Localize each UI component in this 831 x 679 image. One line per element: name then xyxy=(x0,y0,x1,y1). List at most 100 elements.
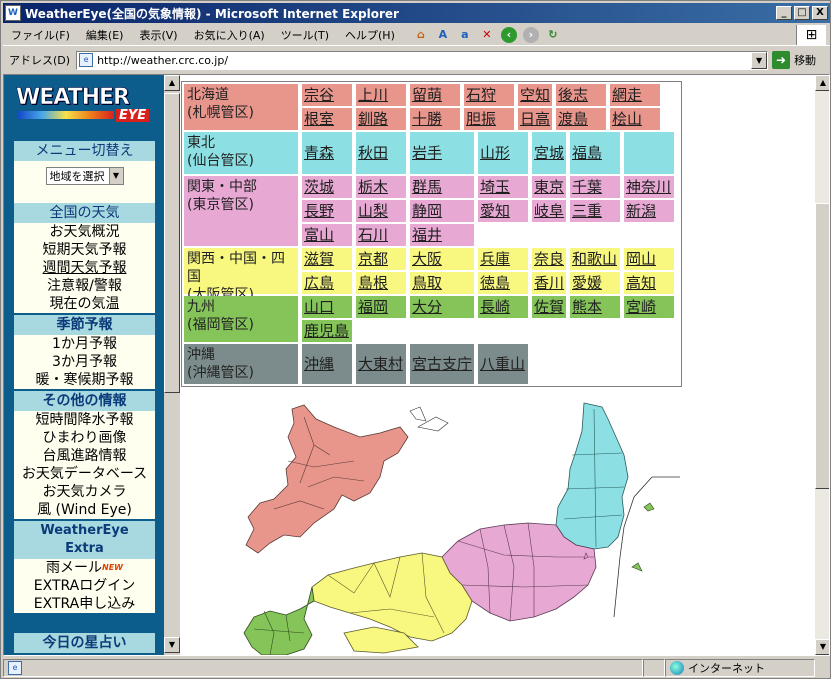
region-header[interactable]: 北海道 (札幌管区) xyxy=(184,84,298,130)
pref-link[interactable]: 鳥取 xyxy=(410,272,474,294)
pref-link[interactable]: 岐阜 xyxy=(532,200,566,222)
nav-scroll-up-icon[interactable]: ▲ xyxy=(164,75,180,91)
pref-link[interactable]: 大分 xyxy=(410,296,474,318)
pref-link[interactable]: 三重 xyxy=(570,200,620,222)
address-input[interactable]: e http://weather.crc.co.jp/ ▼ xyxy=(76,50,769,70)
pref-link[interactable]: 佐賀 xyxy=(532,296,566,318)
pref-link[interactable]: 青森 xyxy=(302,132,352,174)
nav-link-overview[interactable]: お天気概況 xyxy=(14,223,155,241)
pref-link[interactable]: 千葉 xyxy=(570,176,620,198)
menu-file[interactable]: ファイル(F) xyxy=(3,27,78,43)
pref-link[interactable]: 長野 xyxy=(302,200,352,222)
pref-link[interactable]: 日高 xyxy=(518,108,552,130)
nav-scroll-down-icon[interactable]: ▼ xyxy=(164,637,180,653)
region-header[interactable]: 沖縄 (沖縄管区) xyxy=(184,344,298,384)
nav-link-1month[interactable]: 1か月予報 xyxy=(14,335,155,353)
pref-link[interactable]: 山口 xyxy=(302,296,352,318)
pref-link[interactable]: 渡島 xyxy=(556,108,606,130)
nav-link-himawari[interactable]: ひまわり画像 xyxy=(14,429,155,447)
nav-scrollbar[interactable]: ▲ ▼ xyxy=(164,75,180,655)
nav-link-warnings[interactable]: 注意報/警報 xyxy=(14,277,155,295)
nav-link-short-forecast[interactable]: 短期天気予報 xyxy=(14,241,155,259)
pref-link[interactable]: 香川 xyxy=(532,272,566,294)
nav-link-rain-nowcast[interactable]: 短時間降水予報 xyxy=(14,411,155,429)
pref-link[interactable]: 新潟 xyxy=(624,200,674,222)
pref-link[interactable]: 岩手 xyxy=(410,132,474,174)
pref-link[interactable]: 鹿児島 xyxy=(302,320,352,342)
pref-link[interactable]: 大阪 xyxy=(410,248,474,270)
pref-link[interactable]: 根室 xyxy=(302,108,352,130)
region-header[interactable]: 関東・中部 (東京管区) xyxy=(184,176,298,246)
menu-edit[interactable]: 編集(E) xyxy=(78,27,132,43)
pref-link[interactable]: 山形 xyxy=(478,132,528,174)
region-header[interactable]: 九州 (福岡管区) xyxy=(184,296,298,342)
region-header[interactable]: 関西・中国・四国 (大阪管区) xyxy=(184,248,298,303)
pref-link[interactable]: 空知 xyxy=(518,84,552,106)
pref-link[interactable]: 熊本 xyxy=(570,296,620,318)
scroll-thumb[interactable] xyxy=(815,203,829,489)
close-button[interactable]: X xyxy=(812,6,828,20)
nav-link-warm-cold[interactable]: 暖・寒候期予報 xyxy=(14,371,155,389)
nav-link-camera[interactable]: お天気カメラ xyxy=(14,483,155,501)
pref-link[interactable]: 徳島 xyxy=(478,272,528,294)
pref-link[interactable]: 兵庫 xyxy=(478,248,528,270)
menu-favorites[interactable]: お気に入り(A) xyxy=(186,27,273,43)
nav-link-extra-signup[interactable]: EXTRA申し込み xyxy=(14,595,155,613)
pref-link[interactable]: 栃木 xyxy=(356,176,406,198)
map-hokkaido[interactable] xyxy=(245,404,449,554)
pref-link[interactable]: 愛知 xyxy=(478,200,528,222)
pref-link[interactable]: 山梨 xyxy=(356,200,406,222)
pref-link[interactable]: 上川 xyxy=(356,84,406,106)
region-header[interactable]: 東北 (仙台管区) xyxy=(184,132,298,174)
pref-link[interactable]: 胆振 xyxy=(464,108,514,130)
pref-link[interactable]: 桧山 xyxy=(610,108,660,130)
pref-link[interactable]: 和歌山 xyxy=(570,248,620,270)
pref-link[interactable]: 八重山 xyxy=(478,344,528,384)
pref-link[interactable]: 富山 xyxy=(302,224,352,246)
pref-link[interactable]: 福井 xyxy=(410,224,474,246)
pref-link[interactable]: 奈良 xyxy=(532,248,566,270)
pref-link[interactable]: 大東村 xyxy=(356,344,406,384)
encoding-icon[interactable]: a xyxy=(457,27,473,43)
scroll-down-icon[interactable]: ▼ xyxy=(815,639,829,655)
pref-link[interactable]: 埼玉 xyxy=(478,176,528,198)
menu-help[interactable]: ヘルプ(H) xyxy=(337,27,403,43)
menu-view[interactable]: 表示(V) xyxy=(131,27,185,43)
pref-link[interactable]: 愛媛 xyxy=(570,272,620,294)
pref-link[interactable]: 島根 xyxy=(356,272,406,294)
menu-tools[interactable]: ツール(T) xyxy=(273,27,337,43)
pref-link[interactable]: 京都 xyxy=(356,248,406,270)
nav-link-wind-eye[interactable]: 風 (Wind Eye) xyxy=(14,501,155,519)
map-kyushu[interactable] xyxy=(243,586,315,655)
address-dropdown-icon[interactable]: ▼ xyxy=(751,51,768,69)
pref-link[interactable]: 沖縄 xyxy=(302,344,352,384)
page-scrollbar[interactable]: ▲ ▼ xyxy=(815,75,829,655)
pref-link[interactable]: 高知 xyxy=(624,272,674,294)
pref-link[interactable]: 宮崎 xyxy=(624,296,674,318)
pref-link[interactable]: 群馬 xyxy=(410,176,474,198)
nav-link-extra-login[interactable]: EXTRAログイン xyxy=(14,577,155,595)
pref-link[interactable]: 宗谷 xyxy=(302,84,352,106)
pref-link[interactable]: 石川 xyxy=(356,224,406,246)
pref-link[interactable]: 十勝 xyxy=(410,108,460,130)
pref-link[interactable]: 網走 xyxy=(610,84,660,106)
stop-icon[interactable]: ✕ xyxy=(479,27,495,43)
go-button[interactable]: ➜ 移動 xyxy=(772,51,816,69)
pref-link[interactable]: 宮城 xyxy=(532,132,566,174)
map-tohoku[interactable] xyxy=(555,402,629,550)
pref-link[interactable]: 留萌 xyxy=(410,84,460,106)
pref-link[interactable]: 後志 xyxy=(556,84,606,106)
forward-icon[interactable]: › xyxy=(522,26,539,43)
home-icon[interactable]: ⌂ xyxy=(413,27,429,43)
back-icon[interactable]: ‹ xyxy=(500,26,517,43)
pref-link[interactable]: 広島 xyxy=(302,272,352,294)
pref-link[interactable]: 福島 xyxy=(570,132,620,174)
pref-link[interactable]: 岡山 xyxy=(624,248,674,270)
text-size-icon[interactable]: A xyxy=(435,27,451,43)
refresh-icon[interactable]: ↻ xyxy=(545,27,561,43)
nav-scroll-thumb[interactable] xyxy=(164,93,180,393)
pref-link[interactable]: 秋田 xyxy=(356,132,406,174)
japan-region-map[interactable] xyxy=(204,397,684,655)
nav-link-typhoon[interactable]: 台風進路情報 xyxy=(14,447,155,465)
nav-link-current-temp[interactable]: 現在の気温 xyxy=(14,295,155,313)
